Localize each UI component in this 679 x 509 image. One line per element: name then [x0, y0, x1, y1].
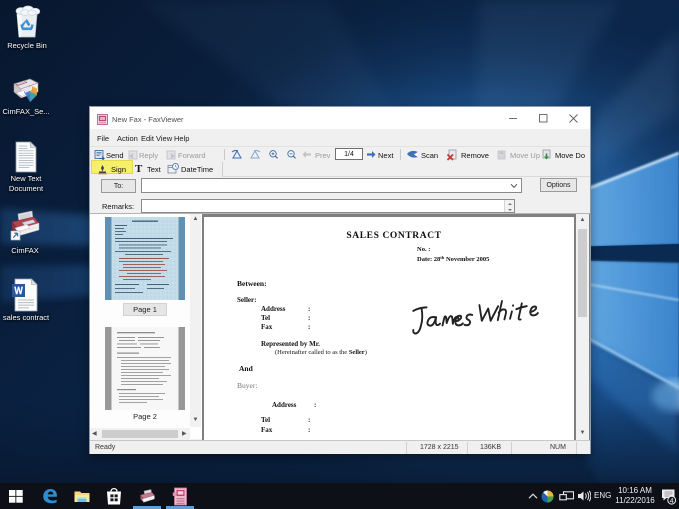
svg-text:4: 4: [670, 498, 674, 505]
